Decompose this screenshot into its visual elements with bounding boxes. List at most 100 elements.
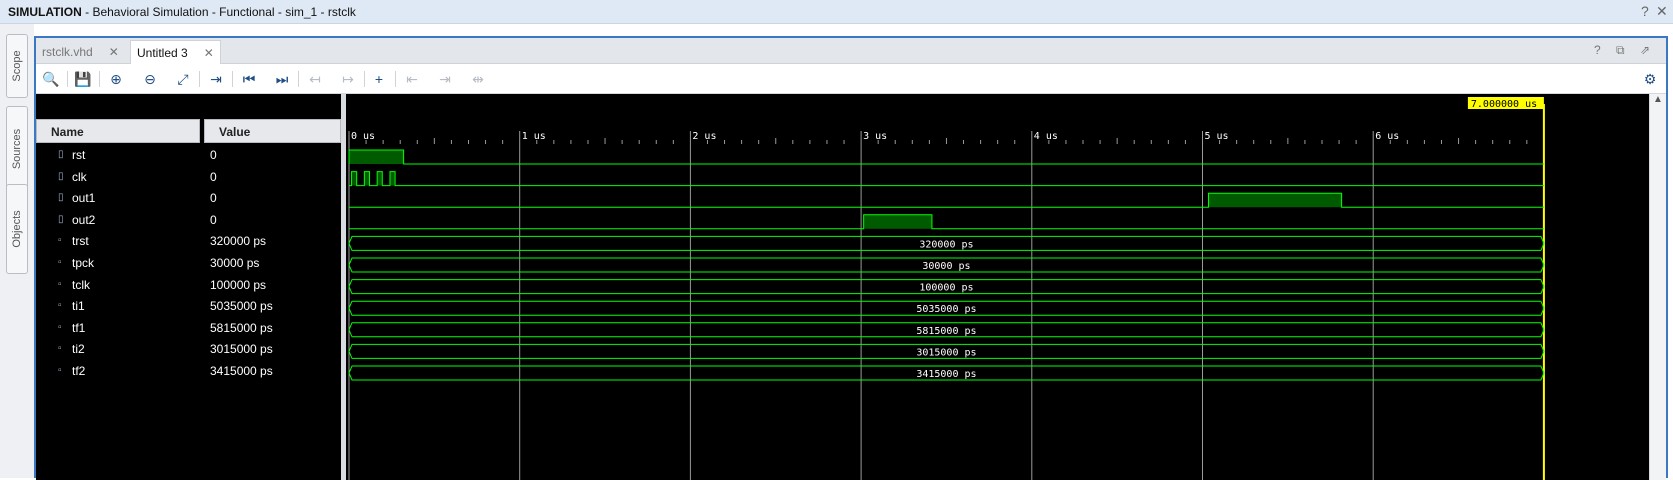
next-marker-icon[interactable]: ⇥ [436, 70, 454, 88]
zoom-out-icon[interactable]: ⊖ [141, 70, 159, 88]
window-title: SIMULATION - Behavioral Simulation - Fun… [8, 5, 356, 19]
bus-value-label: 5035000 ps [916, 304, 976, 315]
waveform-canvas[interactable]: 0 us 1 us 2 us 3 us 4 us 5 us 6 us 7.000000 us 3… [346, 94, 1649, 480]
signal-row[interactable]: ▯ clk 0 [36, 167, 341, 188]
go-to-time-0-icon[interactable]: ⏮ [240, 70, 258, 88]
signal-type-icon: ▯ [58, 192, 64, 204]
add-marker-icon[interactable]: + [370, 70, 388, 88]
previous-transition-icon[interactable]: ↤ [306, 70, 324, 88]
cursor-time-label: 7.000000 us [1471, 99, 1537, 110]
signal-value: 5035000 ps [210, 299, 273, 314]
ruler-tick-label: 3 us [863, 131, 887, 142]
next-transition-icon[interactable]: ↦ [339, 70, 357, 88]
waveform-panel: rstclk.vhd ✕ Untitled 3 ✕ ? ⧉ ⇗ 🔍 💾 ⊕ ⊖ ⤢ ⇥ ⏮ ⏭ ↤ ↦… [34, 36, 1668, 480]
signal-row[interactable]: ▫ tf2 3415000 ps [36, 361, 341, 382]
signal-value: 3415000 ps [210, 364, 273, 378]
close-icon[interactable]: ✕ [109, 45, 119, 59]
signal-high-pulse [1208, 193, 1342, 208]
signal-type-icon: ▫ [58, 235, 62, 247]
signal-row[interactable]: ▯ out2 0 [36, 210, 341, 231]
close-icon[interactable]: ✕ [204, 46, 214, 60]
signal-name: trst [72, 234, 89, 249]
signal-high-pulse [389, 171, 396, 186]
signal-waveform [348, 149, 1544, 165]
bus-value-label: 30000 ps [922, 261, 970, 272]
signal-row[interactable]: ▫ tpck 30000 ps [36, 253, 341, 274]
signal-row[interactable]: ▫ tf1 5815000 ps [36, 318, 341, 339]
signal-name: out1 [72, 191, 96, 206]
settings-gear-icon[interactable]: ⚙ [1641, 70, 1659, 88]
side-tab-strip: Scope Sources Objects [0, 24, 34, 478]
side-tab-scope[interactable]: Scope [6, 34, 28, 98]
signal-type-icon: ▫ [58, 257, 62, 268]
tab-untitled-3[interactable]: Untitled 3 ✕ [130, 40, 221, 64]
signal-value: 5815000 ps [210, 320, 273, 335]
go-to-cursor-icon[interactable]: ⇥ [207, 70, 225, 88]
tab-rstclk-vhd[interactable]: rstclk.vhd ✕ [36, 40, 125, 64]
signal-waveform [349, 214, 1544, 230]
signal-name: tclk [72, 277, 90, 292]
bus-value-label: 3415000 ps [916, 369, 976, 380]
close-icon[interactable]: ✕ [1656, 3, 1668, 20]
ruler-tick-label: 0 us [351, 131, 375, 142]
signal-name: tf1 [72, 320, 86, 335]
side-tab-sources[interactable]: Sources [6, 106, 28, 192]
signal-row[interactable]: ▫ ti1 5035000 ps [36, 296, 341, 317]
panel-window-controls[interactable]: ? ⧉ ⇗ [1594, 43, 1656, 58]
bus-value-label: 100000 ps [919, 283, 973, 294]
signal-value: 0 [210, 191, 217, 206]
bus-value-label: 3015000 ps [916, 347, 976, 358]
signal-value: 320000 ps [210, 234, 267, 249]
signal-type-icon: ▫ [58, 278, 62, 290]
signal-high-pulse [364, 171, 370, 186]
signal-type-icon: ▫ [58, 300, 62, 312]
side-tab-objects[interactable]: Objects [6, 184, 28, 274]
signal-value: 3015000 ps [210, 342, 273, 357]
signal-name: clk [72, 169, 87, 184]
signal-name: out2 [72, 212, 96, 227]
signal-row[interactable]: ▫ tclk 100000 ps [36, 275, 341, 296]
signal-type-icon: ▫ [58, 321, 62, 333]
signal-high-pulse [349, 150, 404, 164]
signal-name: tpck [72, 256, 95, 270]
signal-value: 0 [210, 169, 217, 184]
signal-value: 100000 ps [210, 277, 267, 292]
ruler-tick-label: 5 us [1205, 131, 1229, 142]
zoom-in-icon[interactable]: ⊕ [107, 70, 125, 88]
ruler-tick-label: 4 us [1034, 131, 1058, 142]
signal-row[interactable]: ▫ ti2 3015000 ps [36, 339, 341, 360]
go-to-last-time-icon[interactable]: ⏭ [273, 70, 291, 88]
bus-value-label: 320000 ps [919, 239, 973, 250]
signal-high-pulse [351, 171, 357, 186]
search-icon[interactable]: 🔍 [42, 70, 60, 88]
zoom-fit-icon[interactable]: ⤢ [174, 70, 192, 88]
signal-row[interactable]: ▯ out1 0 [36, 188, 341, 209]
ruler-tick-label: 6 us [1375, 131, 1399, 142]
value-column-header[interactable]: Value [204, 119, 341, 143]
name-column-header[interactable]: Name [36, 119, 200, 143]
signal-value: 0 [210, 148, 217, 162]
signal-row[interactable]: ▯ rst 0 [36, 145, 341, 166]
document-tab-bar: rstclk.vhd ✕ Untitled 3 ✕ ? ⧉ ⇗ [36, 38, 1666, 64]
save-icon[interactable]: 💾 [74, 70, 92, 88]
signal-type-icon: ▫ [58, 365, 62, 376]
swap-cursors-icon[interactable]: ⇹ [469, 70, 487, 88]
ruler-tick-label: 1 us [522, 131, 546, 142]
signal-high-pulse [863, 214, 932, 229]
signal-waveform [349, 171, 1544, 187]
vertical-scrollbar[interactable]: ▲ [1649, 94, 1666, 480]
help-icon[interactable]: ? [1641, 3, 1649, 19]
signal-row[interactable]: ▫ trst 320000 ps [36, 231, 341, 252]
signal-high-pulse [377, 171, 383, 186]
previous-marker-icon[interactable]: ⇤ [403, 70, 421, 88]
signal-value: 0 [210, 212, 217, 227]
signal-name: tf2 [72, 364, 86, 378]
signal-name: rst [72, 148, 86, 162]
signal-type-icon: ▯ [58, 149, 64, 160]
scroll-up-icon[interactable]: ▲ [1653, 94, 1663, 105]
bus-value-label: 5815000 ps [916, 326, 976, 337]
signal-value: 30000 ps [210, 256, 260, 270]
signal-waveform [349, 192, 1544, 208]
signal-type-icon: ▫ [58, 343, 62, 355]
signal-type-icon: ▯ [58, 213, 64, 225]
